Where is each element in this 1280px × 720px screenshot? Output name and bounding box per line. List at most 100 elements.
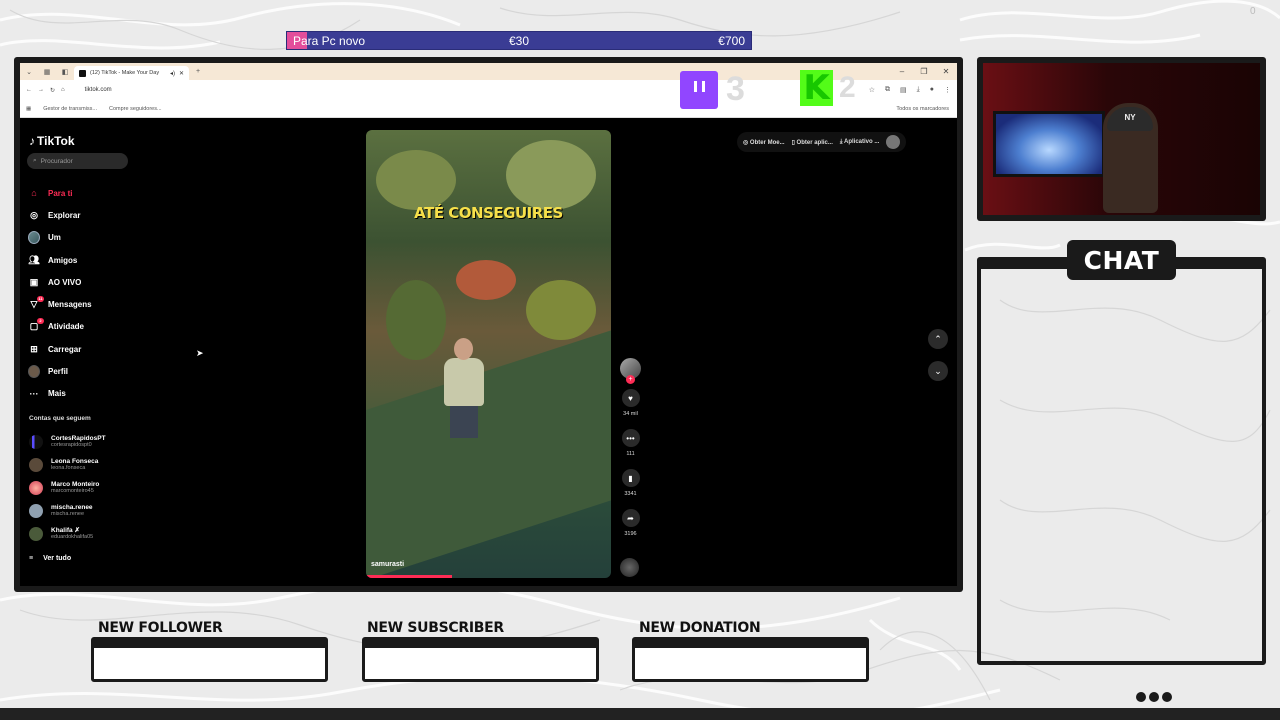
kick-viewer-count: 2 — [839, 71, 856, 104]
following-item[interactable]: mischa.renee mischa.renee — [29, 500, 106, 523]
nav-item-upload[interactable]: ⊞ Carregar — [28, 338, 92, 360]
following-handle: marcomonteiro45 — [51, 487, 94, 494]
following-item[interactable]: Khalifa ✗ eduardokhalifa05 — [29, 523, 106, 546]
tab-group-icon[interactable]: ▦ — [38, 68, 56, 76]
tab-list-icon[interactable]: ⌄ — [20, 68, 38, 76]
video-player[interactable]: ATÉ CONSEGUIRES samurasti — [366, 130, 611, 578]
new-subscriber-label: NEW SUBSCRIBER — [367, 620, 504, 636]
sidepanel-icon[interactable]: ▤ — [900, 86, 907, 94]
browser-window: ⌄ ▦ ◧ (12) TikTok - Make Your Day ◂) ✕ +… — [20, 63, 957, 586]
tiktok-logo-text: TikTok — [37, 134, 75, 148]
back-icon[interactable]: ← — [26, 87, 32, 93]
maximize-icon[interactable]: ❐ — [913, 63, 935, 80]
tiktok-logo[interactable]: ♪ TikTok — [29, 134, 75, 148]
messages-icon: ▽ 11 — [30, 295, 44, 310]
close-window-icon[interactable]: ✕ — [935, 63, 957, 80]
previous-video-button[interactable]: ⌃ — [928, 329, 948, 349]
nav-label: Atividade — [48, 322, 85, 332]
nav-item-activity[interactable]: ▢ 2 Atividade — [28, 316, 92, 338]
browser-tab[interactable]: (12) TikTok - Make Your Day ◂) ✕ — [74, 66, 189, 80]
following-item[interactable]: Leona Fonseca leona.fonseca — [29, 453, 106, 476]
following-item[interactable]: Marco Monteiro marcomonteiro45 — [29, 476, 106, 499]
nav-label: Perfil — [48, 367, 69, 377]
extensions-icon[interactable]: ⧉ — [885, 86, 890, 94]
star-icon[interactable]: ☆ — [869, 86, 875, 94]
friends-icon: 👥︎ — [28, 254, 40, 265]
twitch-viewers: 3 — [680, 70, 745, 109]
top-actions: ◎ Obter Moe... ▯ Obter aplic... ⤓ Aplica… — [737, 132, 907, 152]
all-bookmarks-link[interactable]: Todos os marcadores — [896, 106, 957, 112]
nav-item-messages[interactable]: ▽ 11 Mensagens — [28, 293, 92, 315]
chat-title-tag: CHAT — [1067, 240, 1176, 280]
new-tab-icon[interactable]: + — [189, 68, 207, 75]
close-tab-icon[interactable]: ✕ — [179, 70, 184, 77]
nav-item-live[interactable]: ▣ AO VIVO — [28, 271, 92, 293]
comment-count: 111 — [626, 451, 635, 457]
reload-icon[interactable]: ↻ — [50, 87, 55, 94]
bookmark-item[interactable]: Gestor de transmiss... — [43, 106, 97, 112]
monitor — [993, 111, 1105, 177]
tiktok-note-icon: ♪ — [29, 134, 35, 148]
minimize-icon[interactable]: – — [891, 63, 913, 80]
new-subscriber-box — [362, 637, 599, 682]
search-input[interactable]: ⌕ Procurador — [27, 153, 128, 169]
following-name: CortesRapidosPT — [51, 434, 106, 442]
following-item[interactable]: CortesRapidosPT cortesrapidospt0 — [29, 430, 106, 453]
kick-logo-icon: K — [800, 70, 833, 106]
twitch-viewer-count: 3 — [726, 70, 745, 108]
forward-icon[interactable]: → — [38, 87, 44, 93]
nav-item-more[interactable]: ··· Mais — [28, 383, 92, 405]
upload-icon: ⊞ — [30, 343, 38, 354]
bookmark-icon: ▮ — [628, 473, 633, 483]
home-icon[interactable]: ⌂ — [61, 87, 65, 93]
creator-avatar[interactable]: + — [620, 358, 641, 384]
home-icon: ⌂ — [31, 188, 37, 199]
user-avatar[interactable] — [886, 135, 901, 149]
see-all-link[interactable]: ≡ Ver tudo — [29, 555, 71, 562]
like-button[interactable]: ♥ — [621, 389, 640, 407]
compass-icon: ◎ — [30, 209, 38, 220]
nav-item-friends[interactable]: 👥︎ Amigos — [28, 249, 92, 271]
share-icon: ➦ — [627, 513, 634, 523]
share-count: 3196 — [624, 531, 637, 537]
get-app-button[interactable]: ▯ Obter aplic... — [792, 139, 833, 146]
chat-panel — [977, 257, 1266, 665]
following-name: Marco Monteiro — [51, 480, 100, 488]
nav-label: Explorar — [48, 210, 81, 220]
new-follower-label: NEW FOLLOWER — [98, 620, 223, 636]
desktop-app-button[interactable]: ⤓ Aplicativo ... — [840, 139, 879, 146]
download-icon[interactable]: ⤓ — [917, 86, 920, 94]
url-field[interactable]: tiktok.com — [85, 87, 112, 93]
profile-avatar-icon[interactable]: ● — [930, 86, 934, 94]
video-progress[interactable] — [366, 575, 452, 578]
following-handle: eduardokhalifa05 — [51, 534, 94, 541]
avatar — [29, 527, 43, 542]
more-icon: ··· — [29, 388, 39, 399]
messages-badge: 11 — [37, 295, 44, 302]
menu-kebab-icon[interactable]: ⋮ — [944, 86, 951, 94]
get-coins-button[interactable]: ◎ Obter Moe... — [743, 139, 785, 146]
stone-wall — [366, 330, 611, 578]
nav-item-for-you[interactable]: ⌂ Para ti — [28, 182, 92, 204]
comment-button[interactable]: ••• — [621, 429, 640, 447]
next-video-button[interactable]: ⌄ — [928, 361, 948, 381]
new-donation-box — [632, 637, 869, 682]
follow-plus-icon[interactable]: + — [626, 375, 635, 384]
person — [450, 404, 478, 438]
share-button[interactable]: ➦ — [621, 509, 640, 527]
avatar — [29, 480, 43, 495]
nav-item-explore[interactable]: ◎ Explorar — [28, 204, 92, 226]
nav-item-profile[interactable]: Perfil — [28, 360, 92, 382]
bottom-strip — [0, 708, 1280, 720]
save-button[interactable]: ▮ — [621, 469, 640, 487]
nav-item-um[interactable]: Um — [28, 227, 92, 249]
music-disc-icon[interactable] — [620, 558, 639, 577]
apps-icon[interactable]: ▦ — [26, 106, 31, 112]
foliage — [386, 280, 446, 360]
bookmark-item[interactable]: Compre seguidores... — [109, 106, 162, 112]
audio-icon[interactable]: ◂) — [170, 70, 175, 77]
video-username[interactable]: samurasti — [371, 561, 404, 568]
goal-current-amount: €30 — [509, 33, 530, 48]
tab-pinned-icon[interactable]: ◧ — [56, 68, 74, 76]
profile-icon — [28, 365, 40, 379]
